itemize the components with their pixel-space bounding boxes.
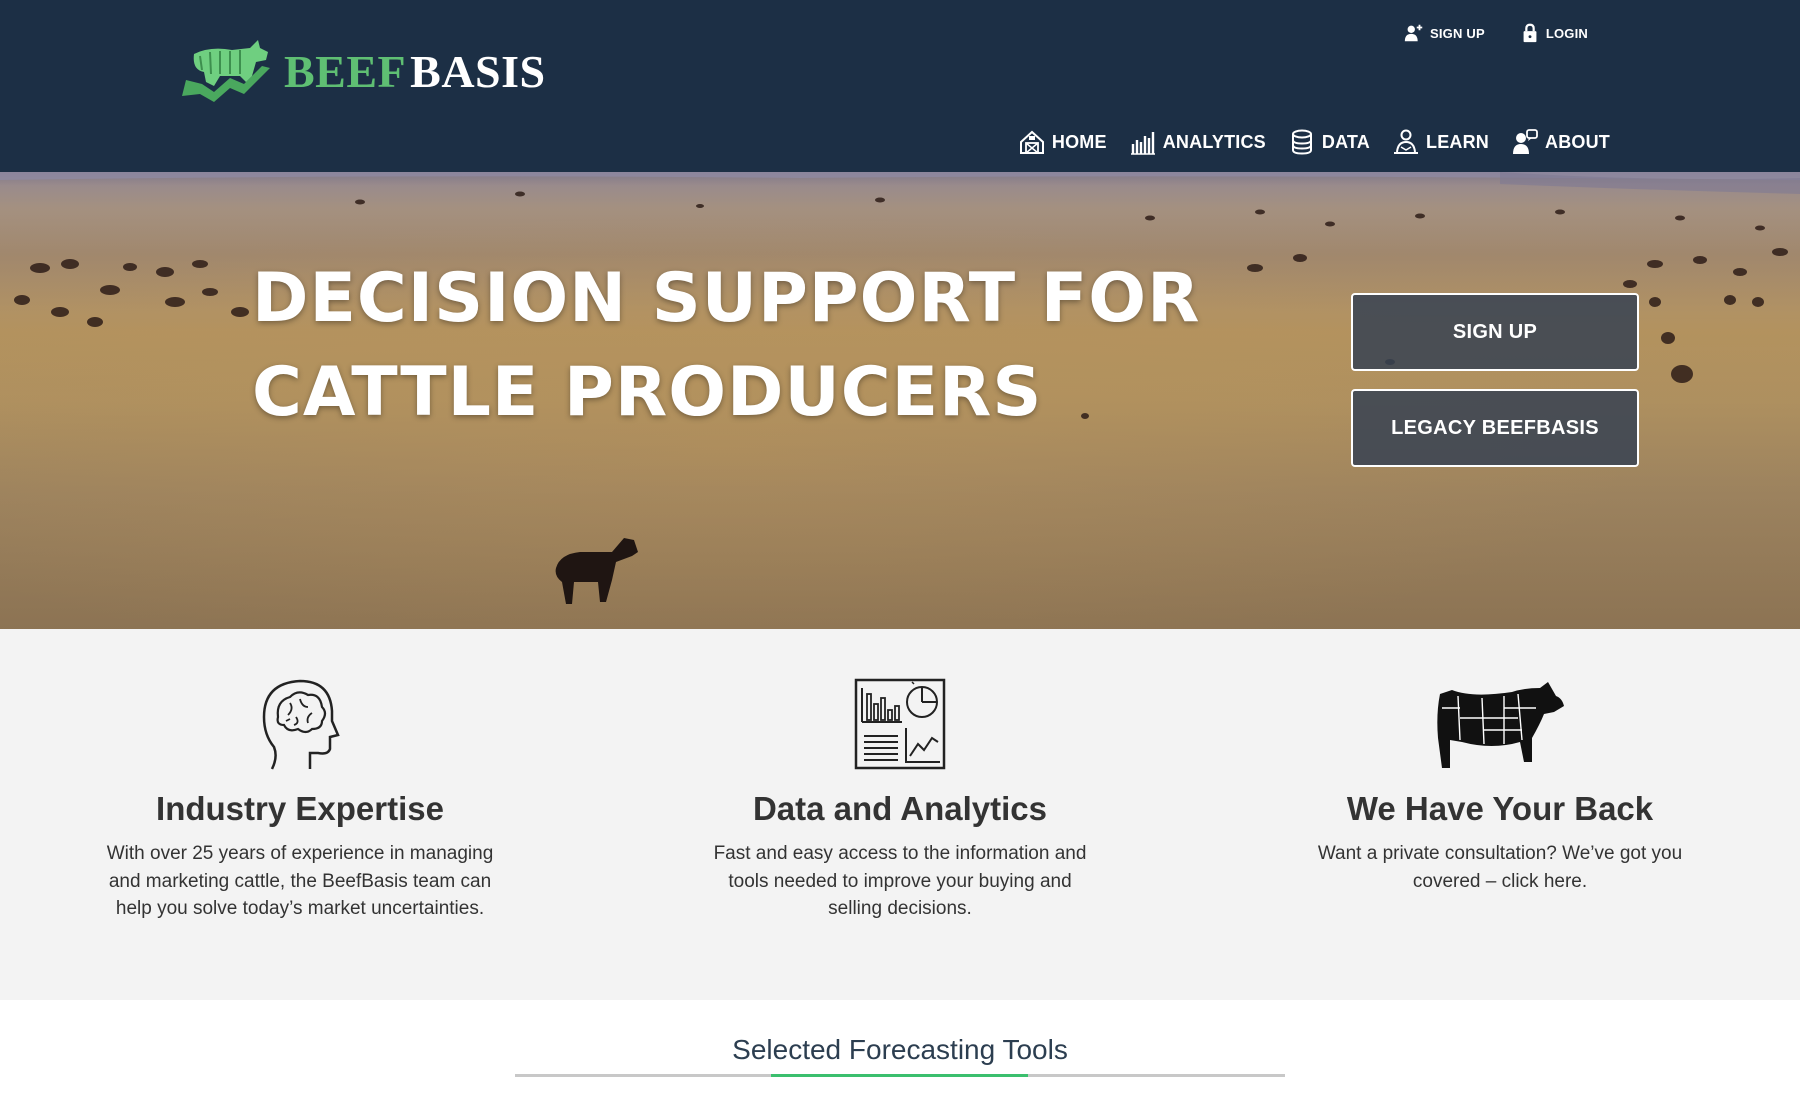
legacy-beefbasis-button[interactable]: LEGACY BEEFBASIS xyxy=(1351,389,1639,467)
nav-item-about[interactable]: ABOUT xyxy=(1511,128,1610,156)
forecasting-tools-section: Selected Forecasting Tools xyxy=(0,1000,1800,1096)
hero-title-line1: DECISION SUPPORT FOR xyxy=(252,259,1201,338)
lock-icon xyxy=(1523,23,1537,43)
nav-item-label: ABOUT xyxy=(1545,131,1610,152)
nav-item-label: HOME xyxy=(1051,131,1107,152)
heading-underline-accent xyxy=(771,1074,1028,1077)
brand-part2: BASIS xyxy=(410,46,546,97)
add-user-icon xyxy=(1404,24,1423,42)
bar-chart-icon xyxy=(1130,132,1155,155)
feature-text: With over 25 years of experience in mana… xyxy=(106,843,494,919)
feature-title: Data and Analytics xyxy=(752,790,1048,827)
feature-title: Industry Expertise xyxy=(156,790,444,827)
nav-item-label: LEARN xyxy=(1426,131,1489,152)
section-heading: Selected Forecasting Tools xyxy=(732,1034,1068,1065)
login-link[interactable]: LOGIN xyxy=(1519,22,1588,44)
site-header: BEEFBASIS SIGN UP LOGIN HOME ANALYTICS D… xyxy=(0,0,1800,172)
hero-banner: DECISION SUPPORT FOR CATTLE PRODUCERS SI… xyxy=(0,172,1800,629)
feature-industry-expertise: Industry Expertise With over 25 years of… xyxy=(90,629,510,923)
site-logo[interactable]: BEEFBASIS xyxy=(180,36,546,108)
feature-we-have-your-back[interactable]: We Have Your Back Want a private consult… xyxy=(1290,629,1710,895)
feature-text: Fast and easy access to the information … xyxy=(713,843,1087,919)
user-chat-icon xyxy=(1513,129,1538,154)
dashboard-report-icon xyxy=(854,678,946,770)
barn-icon xyxy=(1019,130,1044,154)
feature-title: We Have Your Back xyxy=(1346,790,1654,827)
hero-title: DECISION SUPPORT FOR CATTLE PRODUCERS xyxy=(252,252,1252,440)
features-section: Industry Expertise With over 25 years of… xyxy=(0,629,1800,1000)
hero-title-line2: CATTLE PRODUCERS xyxy=(252,353,1043,432)
brand-part1: BEEF xyxy=(284,46,407,97)
main-nav: HOME ANALYTICS DATA LEARN ABOUT xyxy=(1018,128,1610,156)
nav-item-analytics[interactable]: ANALYTICS xyxy=(1129,128,1266,156)
nav-item-home[interactable]: HOME xyxy=(1018,128,1107,156)
cow-cuts-icon xyxy=(1437,682,1564,768)
feature-text: Want a private consultation? We’ve got y… xyxy=(1317,843,1683,892)
database-icon xyxy=(1291,129,1312,155)
login-link-label: LOGIN xyxy=(1545,25,1588,41)
brain-head-icon xyxy=(262,679,340,770)
foreground-cow xyxy=(555,538,638,604)
nav-item-learn[interactable]: LEARN xyxy=(1392,128,1489,156)
brand-name: BEEFBASIS xyxy=(284,49,546,95)
nav-item-label: DATA xyxy=(1321,131,1370,152)
hero-signup-button[interactable]: SIGN UP xyxy=(1351,293,1639,371)
signup-link-label: SIGN UP xyxy=(1429,25,1485,41)
nav-item-data[interactable]: DATA xyxy=(1288,128,1370,156)
teacher-icon xyxy=(1394,129,1418,154)
nav-item-label: ANALYTICS xyxy=(1162,131,1266,152)
signup-link[interactable]: SIGN UP xyxy=(1403,22,1485,44)
cow-logo-icon xyxy=(182,40,270,102)
utility-nav: SIGN UP LOGIN xyxy=(1403,22,1588,44)
feature-data-analytics: Data and Analytics Fast and easy access … xyxy=(690,629,1110,923)
